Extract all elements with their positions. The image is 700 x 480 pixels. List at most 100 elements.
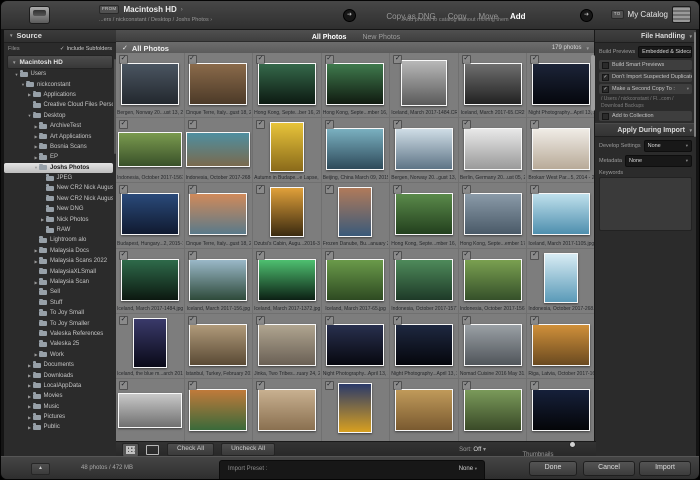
photo-checkbox[interactable]: ✓ — [325, 251, 334, 260]
photo-thumbnail[interactable] — [121, 193, 179, 235]
check-icon[interactable]: ✓ — [122, 44, 128, 52]
photo-checkbox[interactable]: ✓ — [462, 185, 471, 194]
source-tree-item-raw[interactable]: RAW — [4, 225, 113, 235]
collapse-icon[interactable]: ▼ — [586, 46, 590, 51]
photo-checkbox[interactable]: ✓ — [462, 316, 471, 325]
checkbox[interactable] — [602, 62, 609, 69]
include-subfolders-checkbox[interactable]: ✓Include Subfolders — [60, 46, 112, 52]
photo-checkbox[interactable]: ✓ — [462, 55, 471, 64]
photo-checkbox[interactable]: ✓ — [325, 381, 334, 390]
source-tree-item-new-dng[interactable]: New DNG — [4, 204, 113, 214]
source-tree-item-new-cr2-nick-august[interactable]: New CR2 Nick August — [4, 183, 113, 193]
photo-thumbnail[interactable] — [464, 324, 522, 366]
photo-thumbnail[interactable] — [258, 259, 316, 301]
photo-thumbnail[interactable] — [395, 259, 453, 301]
photo-checkbox[interactable]: ✓ — [119, 381, 128, 390]
keywords-input[interactable] — [599, 177, 692, 231]
photo-cell-r6-c5[interactable]: ✓ — [390, 379, 459, 442]
photo-thumbnail[interactable] — [270, 187, 304, 237]
photo-thumbnail[interactable] — [189, 389, 247, 431]
photo-cell-r6-c4[interactable]: ✓ — [322, 379, 391, 442]
photo-cell-r2-c5[interactable]: ✓Bergen, Norway 20...gust 13, 2016-196.j… — [390, 118, 459, 183]
sort-value-dropdown[interactable]: Off — [473, 447, 481, 453]
photo-checkbox[interactable]: ✓ — [119, 185, 128, 194]
source-tree-item-new-cr2-nick-august-extra[interactable]: New CR2 Nick August Extra — [4, 194, 113, 204]
source-tree-item-localappdata[interactable]: ▶LocalAppData — [4, 381, 113, 391]
photo-cell-r4-c1[interactable]: ✓Iceland, March 2017-1484.jpg — [116, 249, 185, 314]
photo-thumbnail[interactable] — [326, 259, 384, 301]
photo-checkbox[interactable]: ✓ — [325, 185, 334, 194]
photo-checkbox[interactable]: ✓ — [119, 251, 128, 260]
expand-icon[interactable]: ▶ — [27, 383, 33, 388]
photo-cell-r6-c6[interactable]: ✓ — [459, 379, 528, 442]
source-tree-item-music[interactable]: ▶Music — [4, 402, 113, 412]
photo-checkbox[interactable]: ✓ — [256, 120, 265, 129]
source-tree-item-nickconstant[interactable]: ▼nickconstant — [4, 79, 113, 89]
expand-icon[interactable]: ▶ — [40, 217, 46, 222]
photo-cell-r2-c2[interactable]: ✓Indonesia, October 2017-268-Pano.dng — [185, 118, 254, 183]
source-tree-item-archivetest[interactable]: ▶ArchiveTest — [4, 121, 113, 131]
uncheck-all-button[interactable]: Uncheck All — [221, 443, 275, 456]
photo-checkbox[interactable]: ✓ — [393, 55, 402, 64]
photo-checkbox[interactable]: ✓ — [256, 381, 265, 390]
photo-cell-r3-c6[interactable]: ✓Hong Kong, Septe...ember 17, 2016-76.jp… — [459, 183, 528, 248]
source-tree-item-documents[interactable]: ▶Documents — [4, 360, 113, 370]
photo-checkbox[interactable]: ✓ — [188, 55, 197, 64]
photo-cell-r5-c4[interactable]: ✓Night Photography...April 13, 2016-27.j… — [322, 314, 391, 379]
photo-checkbox[interactable]: ✓ — [256, 55, 265, 64]
source-tree-item-stuff[interactable]: Stuff — [4, 298, 113, 308]
photo-thumbnail[interactable] — [532, 128, 590, 170]
photo-thumbnail[interactable] — [326, 128, 384, 170]
photo-cell-r3-c3[interactable]: ✓Dzutsi's Cabin, Augu...2016-39-Pano-2.j… — [253, 183, 322, 248]
collapse-icon[interactable]: ▼ — [689, 34, 693, 39]
photo-cell-r3-c1[interactable]: ✓Budapest, Hungary...2, 2015-106-Edit.jp… — [116, 183, 185, 248]
photo-cell-r2-c6[interactable]: ✓Berlin, Germany 20...ust 05, 2015-291.j… — [459, 118, 528, 183]
photo-cell-r4-c3[interactable]: ✓Iceland, March 2017-1372.jpg — [253, 249, 322, 314]
develop-settings-dropdown[interactable]: None▾ — [644, 140, 692, 152]
done-button[interactable]: Done — [529, 461, 577, 476]
photo-thumbnail[interactable] — [121, 259, 179, 301]
photo-thumbnail[interactable] — [338, 187, 372, 237]
photo-thumbnail[interactable] — [532, 63, 590, 105]
source-path[interactable]: ...ers / nickconstant / Desktop / Joshs … — [99, 17, 212, 23]
photo-thumbnail[interactable] — [395, 389, 453, 431]
source-tree-item-nick-photos[interactable]: ▶Nick Photos — [4, 214, 113, 224]
photo-checkbox[interactable]: ✓ — [188, 185, 197, 194]
photo-cell-r2-c7[interactable]: ✓Brokarr West Par...5, 2014 - 293-Edit.j… — [527, 118, 596, 183]
photo-checkbox[interactable]: ✓ — [462, 381, 471, 390]
source-tree-item-jpeg[interactable]: JPEG — [4, 173, 113, 183]
add-to-collection-option[interactable]: Add to Collection — [599, 111, 692, 121]
photo-thumbnail[interactable] — [464, 259, 522, 301]
photo-thumbnail[interactable] — [395, 193, 453, 235]
make-second-copy-option[interactable]: ✓ Make a Second Copy To : ▾ — [599, 84, 692, 94]
source-tree-item-ep[interactable]: ▶EP — [4, 152, 113, 162]
checkbox[interactable]: ✓ — [602, 86, 609, 93]
build-smart-previews-option[interactable]: Build Smart Previews — [599, 60, 692, 70]
destination-forward-arrow-icon[interactable]: ➜ — [580, 9, 593, 22]
expand-icon[interactable]: ▶ — [27, 373, 33, 378]
photo-checkbox[interactable]: ✓ — [188, 120, 197, 129]
collapse-icon[interactable]: ▼ — [9, 33, 13, 38]
second-copy-path[interactable]: / Users / nickconstant / Fl...com / Down… — [601, 96, 690, 109]
import-button[interactable]: Import — [639, 461, 691, 476]
photo-checkbox[interactable]: ✓ — [325, 55, 334, 64]
photo-thumbnail[interactable] — [464, 63, 522, 105]
source-tree-item-malaysiaxlsmall[interactable]: MalaysiaXLSmall — [4, 266, 113, 276]
import-preset-tray[interactable]: Import Preset : None ▾ — [219, 460, 485, 480]
source-tree-item-public[interactable]: ▶Public — [4, 422, 113, 432]
slider-knob[interactable] — [569, 441, 576, 448]
photo-thumbnail[interactable] — [532, 324, 590, 366]
source-tree-item-creative-cloud-files-personal-account-valeska[interactable]: Creative Cloud Files Personal Account va… — [4, 100, 113, 110]
source-tree-item-to-joy-small[interactable]: To Joy Small — [4, 308, 113, 318]
photo-cell-r1-c1[interactable]: ✓Bergen, Norway 20...ust 13, 2016-956.CR… — [116, 53, 185, 118]
photo-thumbnail[interactable] — [395, 324, 453, 366]
tab-new-photos[interactable]: New Photos — [362, 34, 400, 41]
photo-thumbnail[interactable] — [464, 193, 522, 235]
photo-cell-r6-c2[interactable]: ✓ — [185, 379, 254, 442]
photo-thumbnail[interactable] — [189, 63, 247, 105]
photo-cell-r1-c2[interactable]: ✓Cinque Terre, Italy...gust 18, 2015-956… — [185, 53, 254, 118]
dont-import-duplicates-option[interactable]: ✓ Don't Import Suspected Duplicates — [599, 72, 692, 82]
photo-checkbox[interactable]: ✓ — [188, 381, 197, 390]
photo-checkbox[interactable]: ✓ — [393, 381, 402, 390]
photo-cell-r1-c7[interactable]: ✓Night Photography...April 13, 2016-25.C… — [527, 53, 596, 118]
